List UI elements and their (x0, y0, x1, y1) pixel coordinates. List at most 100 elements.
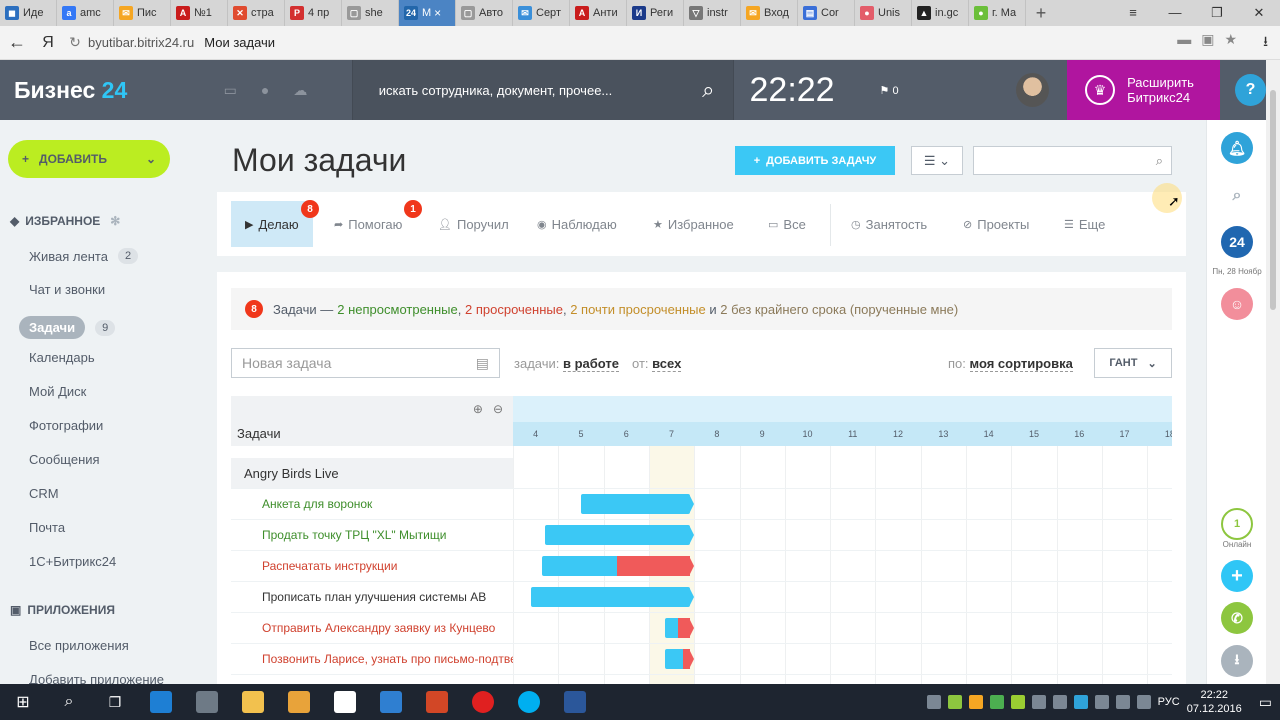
author-filter[interactable]: от: всех (632, 356, 682, 372)
scrollbar-thumb[interactable] (1270, 90, 1276, 310)
tray-icon[interactable] (1052, 695, 1067, 709)
favorites-title[interactable]: ◆ ИЗБРАННОЕ ✻ (10, 214, 120, 228)
gantt-task-bar[interactable] (544, 525, 695, 545)
gantt-bar-end-icon[interactable] (690, 589, 695, 605)
gantt-task-row[interactable]: Прописать план улучшения системы АВ (231, 582, 513, 613)
sort-filter[interactable]: по: моя сортировка (948, 356, 1073, 372)
start-button[interactable]: ⊞ (0, 684, 46, 720)
flag-counter[interactable]: ⚑ 0 (880, 84, 929, 97)
notifications-bell-icon[interactable]: 🔔︎ (1221, 132, 1253, 164)
cloud-icon[interactable] (1031, 695, 1046, 709)
clock[interactable]: 22:22 (734, 71, 880, 110)
bookmark-star-icon[interactable]: ★ (1225, 31, 1238, 55)
apps-title[interactable]: ▣ ПРИЛОЖЕНИЯ (10, 603, 115, 617)
filter-tab[interactable]: ★ Избранное (653, 201, 734, 247)
view-menu-button[interactable]: ☰ ⌄ (911, 146, 963, 175)
sidebar-item[interactable]: 1С+Битрикс24 (29, 554, 116, 569)
new-task-input[interactable]: Новая задача ▤ (231, 348, 500, 378)
taskbar-clock[interactable]: 22:22 07.12.2016 (1187, 688, 1242, 716)
filter-tab[interactable]: ▭ Все (768, 201, 806, 247)
edge-icon[interactable] (138, 684, 184, 720)
filter-tab[interactable]: ☰ Еще (1064, 201, 1105, 247)
extend-plan-button[interactable]: ♛ Расширить Битрикс24 (1067, 60, 1220, 120)
bell-icon[interactable]: ● (261, 82, 269, 99)
language-indicator[interactable]: РУС (1158, 696, 1180, 708)
url-text[interactable]: byutibar.bitrix24.ru (88, 35, 194, 50)
tabs-menu-icon[interactable]: ≡ (1112, 5, 1154, 21)
yandex-logo[interactable]: Я (34, 34, 62, 52)
wifi-icon[interactable] (1136, 695, 1151, 709)
sidebar-item[interactable]: CRM (29, 486, 59, 501)
almost-overdue-link[interactable]: 2 почти просроченные (570, 302, 706, 317)
gantt-task-row[interactable]: Анкета для воронок (231, 489, 513, 520)
bot-icon[interactable]: ☺ (1221, 288, 1253, 320)
gantt-task-bar[interactable] (542, 556, 695, 576)
filter-tab[interactable]: ▶ Делаю 8 (231, 200, 319, 247)
gantt-group-row[interactable]: Angry Birds Live (231, 458, 513, 489)
gantt-bar-end-icon[interactable] (690, 558, 695, 574)
reload-icon[interactable]: ↻ (62, 34, 88, 51)
filter-tab[interactable]: 👤︎ Поручил (438, 201, 509, 247)
messenger-icon[interactable]: ▭ (224, 82, 237, 99)
filter-tab[interactable]: ◷ Занятость (851, 201, 927, 247)
browser-tab[interactable]: ● Unis (855, 0, 912, 26)
gantt-task-row[interactable]: Отправить Александру заявку из Кунцево (231, 613, 513, 644)
browser-tab[interactable]: 24 М × (399, 0, 456, 26)
download-icon[interactable]: ⭳ (1221, 645, 1253, 677)
logo[interactable]: Бизнес 24 (0, 77, 224, 104)
close-tab-icon[interactable]: × (434, 6, 441, 20)
cloud-icon[interactable]: ☁ (293, 82, 307, 99)
calendar-24-icon[interactable]: 24 (1221, 226, 1253, 258)
header-search[interactable]: искать сотрудника, документ, прочее... ⌕ (351, 60, 734, 120)
browser-tab[interactable]: ● г. Ma (969, 0, 1026, 26)
gantt-task-row[interactable]: Позвонить Ларисе, узнать про письмо-подт… (231, 644, 513, 675)
tray-icon[interactable] (1073, 695, 1088, 709)
app-icon[interactable] (184, 684, 230, 720)
tray-icon[interactable] (968, 695, 983, 709)
filter-tab[interactable]: ⊘ Проекты (963, 201, 1029, 247)
skype-icon[interactable] (506, 684, 552, 720)
browser-tab[interactable]: ✉ Пис (114, 0, 171, 26)
browser-tab[interactable]: ▽ instr (684, 0, 741, 26)
close-window-icon[interactable]: ✕ (1238, 5, 1280, 21)
back-arrow-icon[interactable]: ← (0, 32, 34, 53)
powerpoint-icon[interactable] (414, 684, 460, 720)
minimize-icon[interactable]: — (1154, 5, 1196, 21)
sidebar-item[interactable]: Почта (29, 520, 65, 535)
sort-value[interactable]: моя сортировка (969, 356, 1073, 372)
gantt-task-bar[interactable] (580, 494, 695, 514)
task-view-icon[interactable]: ❐ (92, 684, 138, 720)
gantt-bar-end-icon[interactable] (690, 527, 695, 543)
phone-icon[interactable]: ✆ (1221, 602, 1253, 634)
sidebar-item[interactable]: Мой Диск (29, 384, 86, 399)
new-tab-button[interactable]: + (1026, 3, 1056, 24)
from-value[interactable]: всех (652, 356, 682, 372)
browser-tab[interactable]: a amc (57, 0, 114, 26)
browser-tab[interactable]: ✕ стра (228, 0, 285, 26)
browser-tab[interactable]: ◼ Иде (0, 0, 57, 26)
add-task-button[interactable]: + ДОБАВИТЬ ЗАДАЧУ (735, 146, 895, 175)
browser-tab[interactable]: И Реги (627, 0, 684, 26)
overdue-link[interactable]: 2 просроченные (465, 302, 563, 317)
filter-tab[interactable]: ◉ Наблюдаю (537, 201, 617, 247)
action-center-icon[interactable]: ▭ (1259, 694, 1272, 711)
store-icon[interactable] (322, 684, 368, 720)
unviewed-link[interactable]: 2 непросмотренные (337, 302, 457, 317)
browser-tab[interactable]: ✉ Серт (513, 0, 570, 26)
status-filter[interactable]: задачи: в работе (514, 356, 620, 372)
chat-icon[interactable]: ▬ (1177, 31, 1191, 55)
photos-icon[interactable] (276, 684, 322, 720)
volume-icon[interactable] (1115, 695, 1130, 709)
tasks-value[interactable]: в работе (563, 356, 620, 372)
form-icon[interactable]: ▤ (476, 355, 489, 372)
sidebar-app-item[interactable]: Все приложения (29, 638, 129, 653)
download-icon[interactable]: ⭳ (1263, 31, 1268, 55)
yandex-browser-icon[interactable] (460, 684, 506, 720)
gantt-bar-end-icon[interactable] (690, 651, 695, 667)
browser-tab[interactable]: A №1 (171, 0, 228, 26)
filter-tab[interactable]: ➦ Помогаю 1 (334, 200, 422, 247)
sidebar-item[interactable]: Календарь (29, 350, 95, 365)
browser-tab[interactable]: ▤ Cor (798, 0, 855, 26)
browser-tab[interactable]: ✉ Вход (741, 0, 798, 26)
browser-tab[interactable]: A Анти (570, 0, 627, 26)
